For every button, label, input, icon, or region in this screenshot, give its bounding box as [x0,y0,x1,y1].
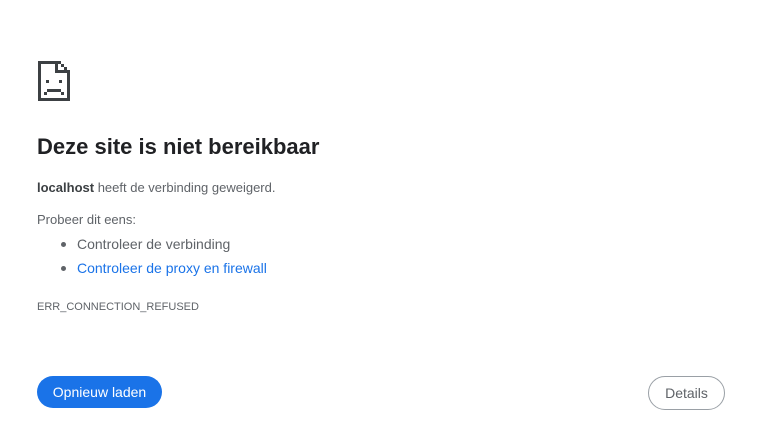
error-message: localhost heeft de verbinding geweigerd. [37,180,275,195]
reload-button[interactable]: Opnieuw laden [37,376,162,408]
bullet-icon [61,266,66,271]
error-message-text: heeft de verbinding geweigerd. [94,180,276,195]
host-name: localhost [37,180,95,195]
page-title: Deze site is niet bereikbaar [37,134,320,159]
suggestions-list: Controleer de verbinding Controleer de p… [37,234,267,282]
suggestions-label: Probeer dit eens: [37,212,137,227]
bullet-icon [61,242,66,247]
suggestion-label: Controleer de verbinding [77,236,231,252]
error-page: Deze site is niet bereikbaar localhost h… [0,0,762,432]
error-code: ERR_CONNECTION_REFUSED [37,301,199,313]
suggestion-check-proxy: Controleer de proxy en firewall [37,258,267,282]
sad-document-icon [37,60,71,102]
proxy-firewall-link[interactable]: Controleer de proxy en firewall [77,260,267,276]
details-button[interactable]: Details [648,376,725,410]
suggestion-check-connection: Controleer de verbinding [37,234,267,258]
